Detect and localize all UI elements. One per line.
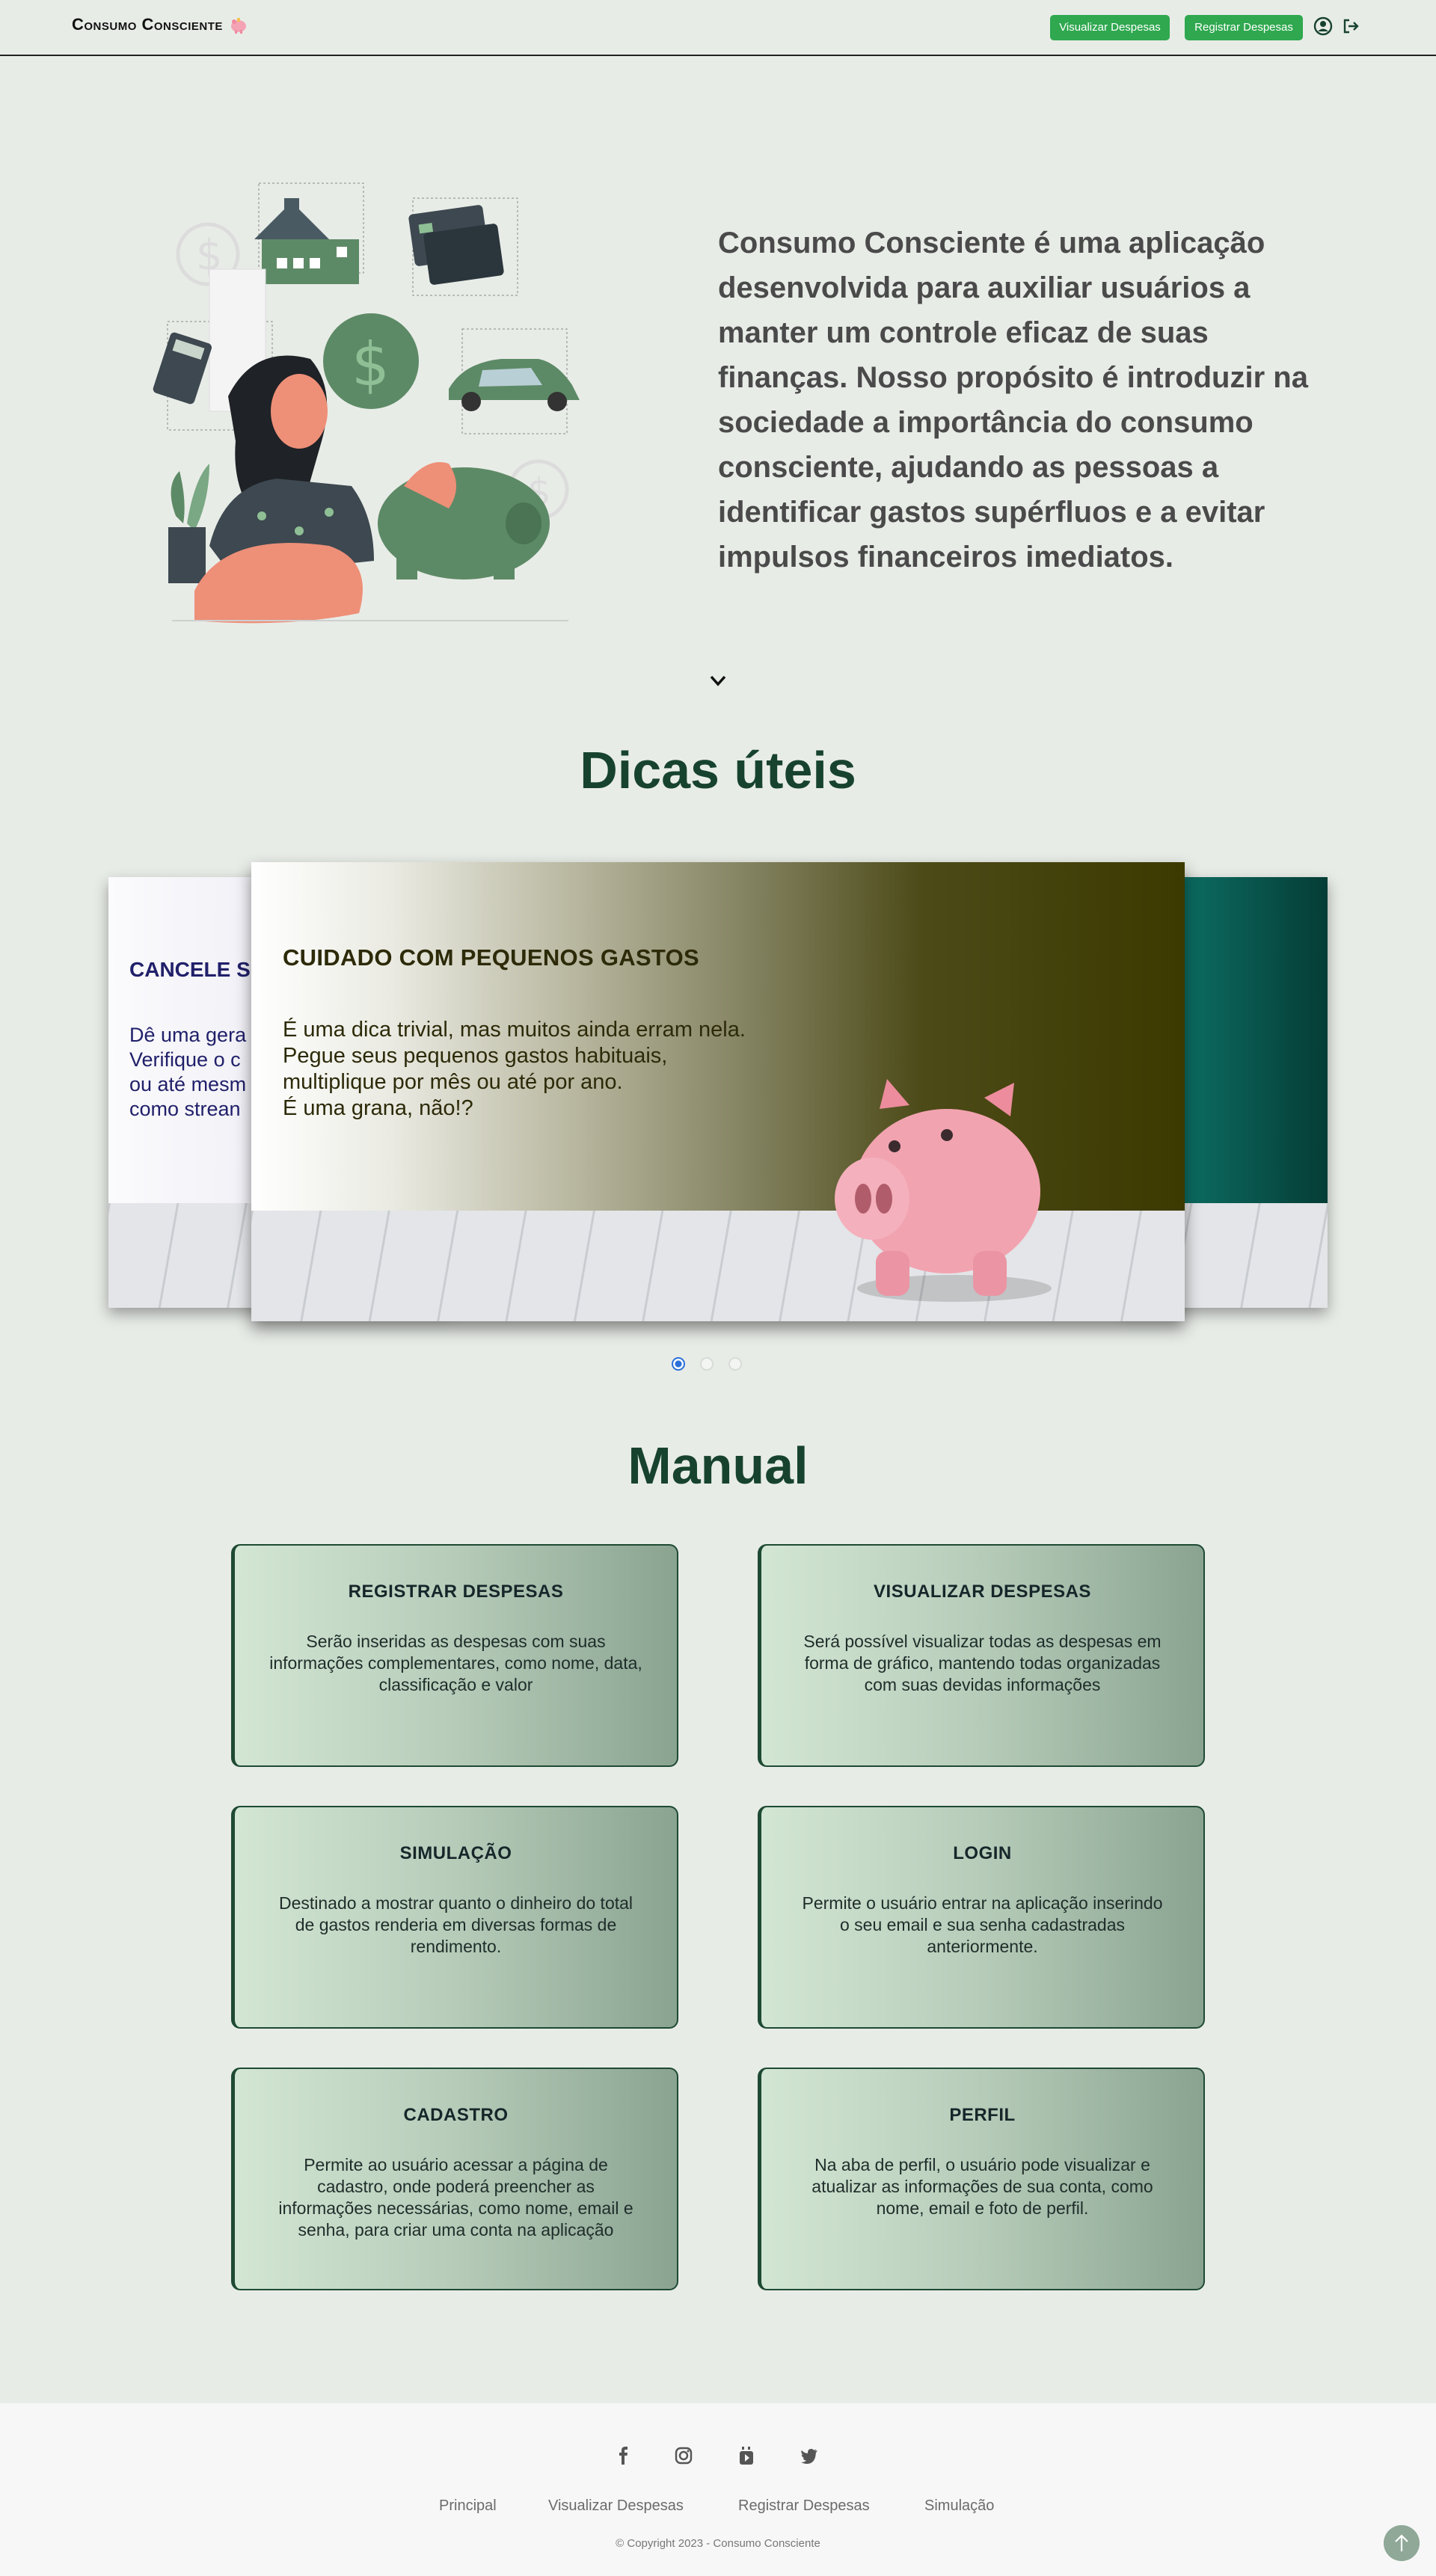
navbar: Consumo Consciente Visualizar Despesas R…: [0, 0, 1436, 56]
svg-text:$: $: [352, 330, 390, 399]
footer-link-visualizar[interactable]: Visualizar Despesas: [548, 2497, 684, 2515]
footer-link-registrar[interactable]: Registrar Despesas: [738, 2497, 870, 2515]
carousel-dot-2[interactable]: [700, 1357, 714, 1371]
manual-card-registrar: REGISTRAR DESPESAS Serão inseridas as de…: [231, 1544, 678, 1767]
carousel-dot-3[interactable]: [728, 1357, 742, 1371]
manual-card-perfil: PERFIL Na aba de perfil, o usuário pode …: [758, 2068, 1205, 2290]
manual-card-cadastro: CADASTRO Permite ao usuário acessar a pá…: [231, 2068, 678, 2290]
copyright: © Copyright 2023 - Consumo Consciente: [616, 2537, 820, 2550]
hero-description: Consumo Consciente é uma aplicação desen…: [718, 227, 1308, 574]
instagram-icon[interactable]: [673, 2445, 694, 2466]
card-title: SIMULAÇÃO: [399, 1843, 512, 1863]
card-body: Serão inseridas as despesas com suas inf…: [269, 1632, 642, 1694]
piggy-bank-icon: [230, 18, 246, 34]
manual-card-simulacao: SIMULAÇÃO Destinado a mostrar quanto o d…: [231, 1806, 678, 2029]
manual-title: Manual: [628, 1436, 808, 1495]
card-body: Permite o usuário entrar na aplicação in…: [802, 1893, 1163, 1956]
twitter-icon[interactable]: [799, 2445, 820, 2466]
logout-icon[interactable]: [1341, 16, 1360, 36]
scroll-to-top-button[interactable]: [1384, 2525, 1420, 2561]
dicas-title: Dicas úteis: [580, 741, 856, 799]
card-body: Destinado a mostrar quanto o dinheiro do…: [278, 1893, 633, 1956]
facebook-icon[interactable]: [613, 2445, 634, 2466]
piggy-bank-image: [835, 1079, 1052, 1302]
card-title: PERFIL: [949, 2105, 1016, 2125]
card-body: Será possível visualizar todas as despes…: [803, 1632, 1162, 1694]
manual-card-login: LOGIN Permite o usuário entrar na aplica…: [758, 1806, 1205, 2029]
card-body: Na aba de perfil, o usuário pode visuali…: [811, 2155, 1153, 2218]
card-title: CADASTRO: [403, 2105, 509, 2125]
slide-body: Dê uma gera Verifique o c ou até mesm co…: [129, 1024, 247, 1120]
footer-link-principal[interactable]: Principal: [439, 2497, 497, 2515]
brand-name: Consumo Consciente: [72, 15, 223, 34]
slide-body: É uma dica trivial, mas muitos ainda err…: [283, 1018, 746, 1120]
card-body: Permite ao usuário acessar a página de c…: [278, 2155, 633, 2240]
footer: [0, 2403, 1436, 2576]
footer-link-simulacao[interactable]: Simulação: [924, 2497, 994, 2515]
carousel-slide-active[interactable]: CUIDADO COM PEQUENOS GASTOS É uma dica t…: [251, 862, 1185, 1321]
manual-card-visualizar: VISUALIZAR DESPESAS Será possível visual…: [758, 1544, 1205, 1767]
registrar-despesas-button[interactable]: Registrar Despesas: [1185, 15, 1303, 40]
youtube-icon[interactable]: [736, 2445, 757, 2466]
brand[interactable]: Consumo Consciente: [72, 15, 248, 34]
slide-title: CUIDADO COM PEQUENOS GASTOS: [283, 944, 699, 971]
card-title: LOGIN: [953, 1843, 1012, 1863]
user-circle-icon[interactable]: [1313, 16, 1333, 36]
chevron-down-icon[interactable]: [706, 668, 730, 692]
finance-illustration: $ $ $: [153, 182, 580, 624]
card-title: VISUALIZAR DESPESAS: [874, 1581, 1091, 1602]
carousel-dot-1[interactable]: [672, 1357, 685, 1371]
carousel-indicators: [672, 1357, 742, 1371]
card-title: REGISTRAR DESPESAS: [348, 1581, 564, 1602]
visualizar-despesas-button[interactable]: Visualizar Despesas: [1050, 15, 1170, 40]
slide-title: CANCELE S: [129, 958, 251, 981]
